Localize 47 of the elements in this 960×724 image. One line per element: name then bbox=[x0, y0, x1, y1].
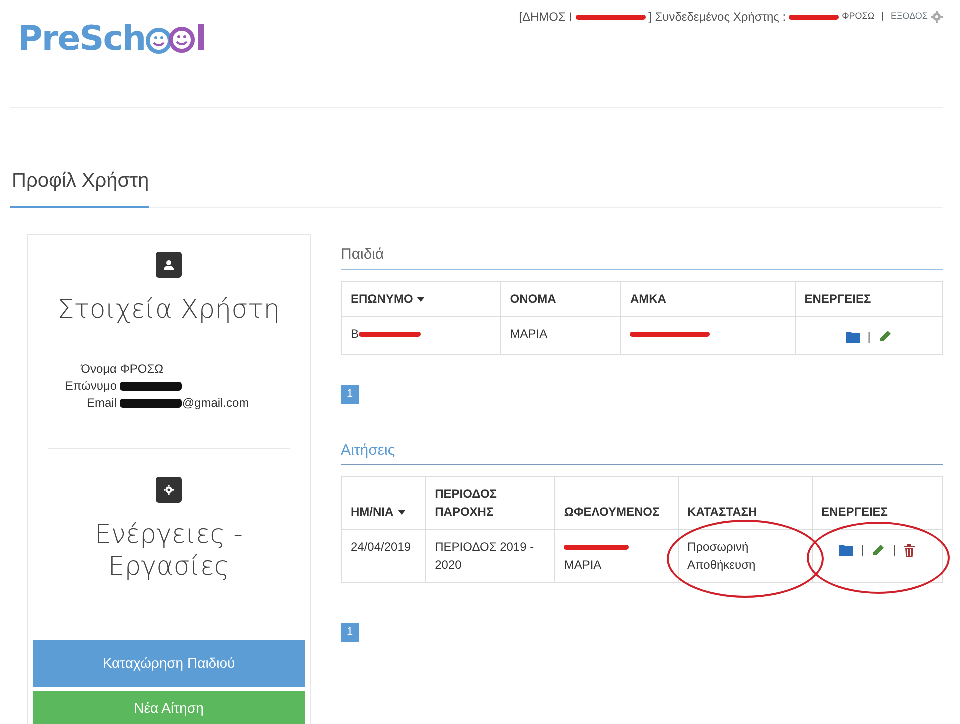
column-header: ΠΕΡΙΟΔΟΣ ΠΑΡΟΧΗΣ bbox=[426, 476, 555, 530]
panel-title: Ενέργειες - Εργασίες bbox=[94, 518, 244, 584]
field-value: ΦΡΟΣΩ bbox=[120, 362, 164, 376]
field-label: Επώνυμο bbox=[64, 378, 117, 394]
user-name: ΦΡΟΣΩ bbox=[842, 10, 875, 24]
pencil-icon[interactable] bbox=[872, 544, 886, 556]
folder-icon[interactable] bbox=[839, 544, 854, 556]
table-cell: ΠΕΡΙΟΔΟΣ 2019 - 2020 bbox=[426, 530, 555, 582]
logged-user-label: ] Συνδεδεμένος Χρήστης : bbox=[648, 9, 786, 26]
municipality-label: [ΔΗΜΟΣ Ι bbox=[519, 9, 573, 26]
pencil-icon[interactable] bbox=[878, 330, 892, 343]
redaction-mark bbox=[576, 14, 646, 20]
action-button[interactable]: Νέα Αίτηση bbox=[33, 690, 305, 724]
column-header: ΑΜΚΑ bbox=[620, 281, 796, 316]
column-header: ΕΝΕΡΓΕΙΕΣ bbox=[812, 476, 942, 530]
logo-text: PreSch bbox=[18, 18, 146, 61]
action-button[interactable]: Καταχώρηση Παιδιού bbox=[33, 640, 305, 686]
column-header: ΟΝΟΜΑ bbox=[500, 281, 621, 316]
column-header: ΩΦΕΛΟΥΜΕΝΟΣ bbox=[554, 476, 678, 530]
separator-text: | bbox=[868, 328, 871, 346]
field-label: Όνομα bbox=[80, 360, 117, 378]
field-value: @gmail.com bbox=[182, 396, 250, 410]
table-cell: 24/04/2019 bbox=[342, 530, 426, 582]
table-cell: ΜΑΡΙΑ bbox=[554, 530, 678, 582]
table-cell: Β bbox=[342, 316, 501, 354]
column-header[interactable]: ΗΜ/ΝΙΑ bbox=[342, 476, 426, 530]
page-button[interactable]: 1 bbox=[341, 623, 359, 642]
trash-icon[interactable] bbox=[904, 544, 916, 556]
user-icon bbox=[156, 252, 182, 278]
page-title: Προφίλ Χρήστη bbox=[10, 166, 150, 208]
folder-icon[interactable] bbox=[846, 330, 860, 342]
column-header[interactable]: ΕΠΩΝΥΜΟ bbox=[342, 281, 501, 316]
logo-text: l bbox=[196, 18, 206, 61]
page-button[interactable]: 1 bbox=[341, 384, 359, 404]
section-title: Αιτήσεις bbox=[341, 440, 943, 465]
panel-title: Στοιχεία Χρήστη bbox=[56, 294, 282, 326]
logout-link[interactable]: ΕΞΟΔΟΣ bbox=[890, 10, 928, 24]
column-header: ΚΑΤΑΣΤΑΣΗ bbox=[678, 476, 812, 530]
separator-text: | bbox=[882, 10, 884, 24]
redaction-mark bbox=[789, 14, 840, 20]
column-header: ΕΝΕΡΓΕΙΕΣ bbox=[795, 281, 942, 316]
section-title: Παιδιά bbox=[341, 244, 943, 270]
separator-text: | bbox=[893, 542, 896, 559]
field-label: Email bbox=[86, 394, 117, 412]
separator-text: | bbox=[861, 542, 864, 559]
table-cell: ΜΑΡΙΑ bbox=[500, 316, 621, 354]
settings-icon bbox=[156, 476, 182, 502]
